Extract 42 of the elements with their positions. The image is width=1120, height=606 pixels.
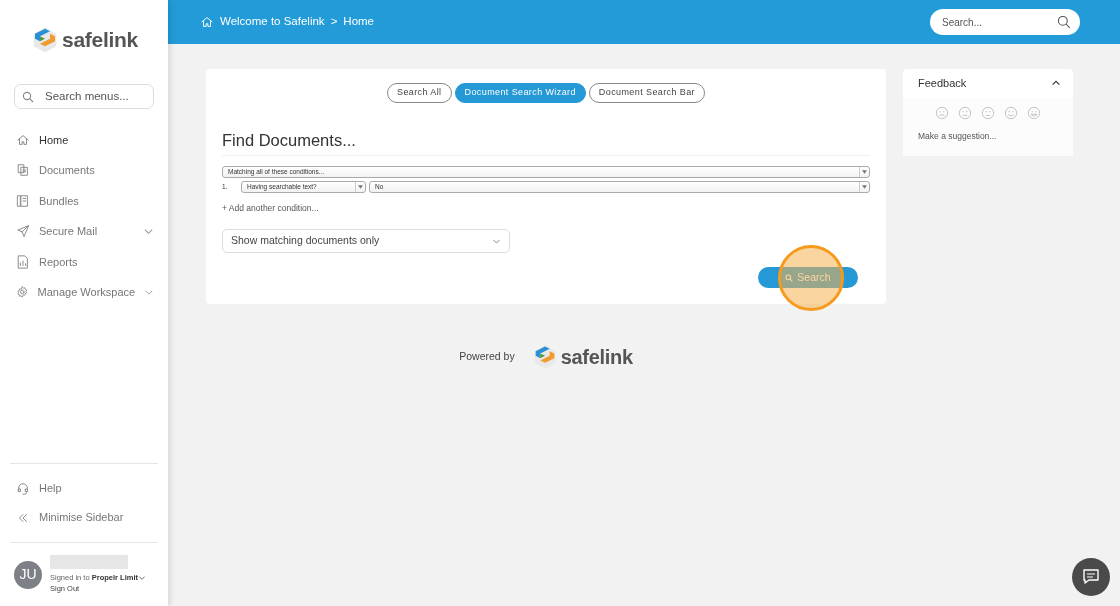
documents-icon (16, 163, 30, 178)
add-condition-link[interactable]: + Add another condition... (222, 202, 319, 216)
page-heading: Find Documents... (222, 130, 870, 157)
search-tab[interactable]: Search All (387, 83, 452, 103)
home-icon (16, 132, 30, 147)
sidebar-item[interactable]: Reports (10, 246, 158, 277)
chevron-down-icon (138, 574, 146, 582)
search-icon (785, 273, 794, 282)
sidebar-item[interactable]: Secure Mail (10, 216, 158, 247)
dropdown-arrow-icon (862, 185, 867, 190)
header-search-field[interactable]: Search... (930, 9, 1080, 35)
face-rating-icon (958, 105, 972, 120)
dropdown-arrow-icon (862, 170, 867, 175)
face-rating-icon (1004, 105, 1018, 120)
menu-search-field[interactable]: Search menus... (14, 83, 154, 109)
face-rating-icon (935, 105, 949, 120)
search-icon (1057, 15, 1071, 29)
headset-icon (16, 481, 30, 496)
logo-text: safelink (62, 27, 138, 53)
report-icon (16, 254, 30, 269)
sidebar-item[interactable]: Home (10, 124, 158, 155)
face-rating-icon (981, 105, 995, 120)
sidebar-item[interactable]: Bundles (10, 185, 158, 216)
home-icon (200, 15, 214, 29)
chat-button[interactable] (1072, 558, 1110, 596)
folder-stack-icon (16, 193, 30, 208)
display-select[interactable]: Show matching documents only (222, 229, 510, 254)
search-tab[interactable]: Document Search Bar (588, 83, 705, 103)
face-rating-icon (1027, 105, 1041, 120)
powered-by-label: Powered by (459, 349, 515, 365)
sidebar-item[interactable]: Minimise Sidebar (10, 503, 158, 532)
feedback-title: Feedback (918, 76, 968, 91)
suggestion-link[interactable]: Make a suggestion... (918, 129, 1058, 143)
breadcrumb-separator: > (330, 14, 338, 30)
user-avatar: JU (14, 560, 42, 589)
sidebar-item[interactable]: Manage Workspace (10, 277, 158, 308)
sidebar-item[interactable]: Documents (10, 155, 158, 186)
logo-text: safelink (560, 345, 633, 371)
settings-icon (16, 285, 29, 300)
send-icon (16, 224, 30, 239)
dropdown-arrow-icon (358, 185, 363, 190)
sidebar-item[interactable]: Help (10, 474, 158, 503)
